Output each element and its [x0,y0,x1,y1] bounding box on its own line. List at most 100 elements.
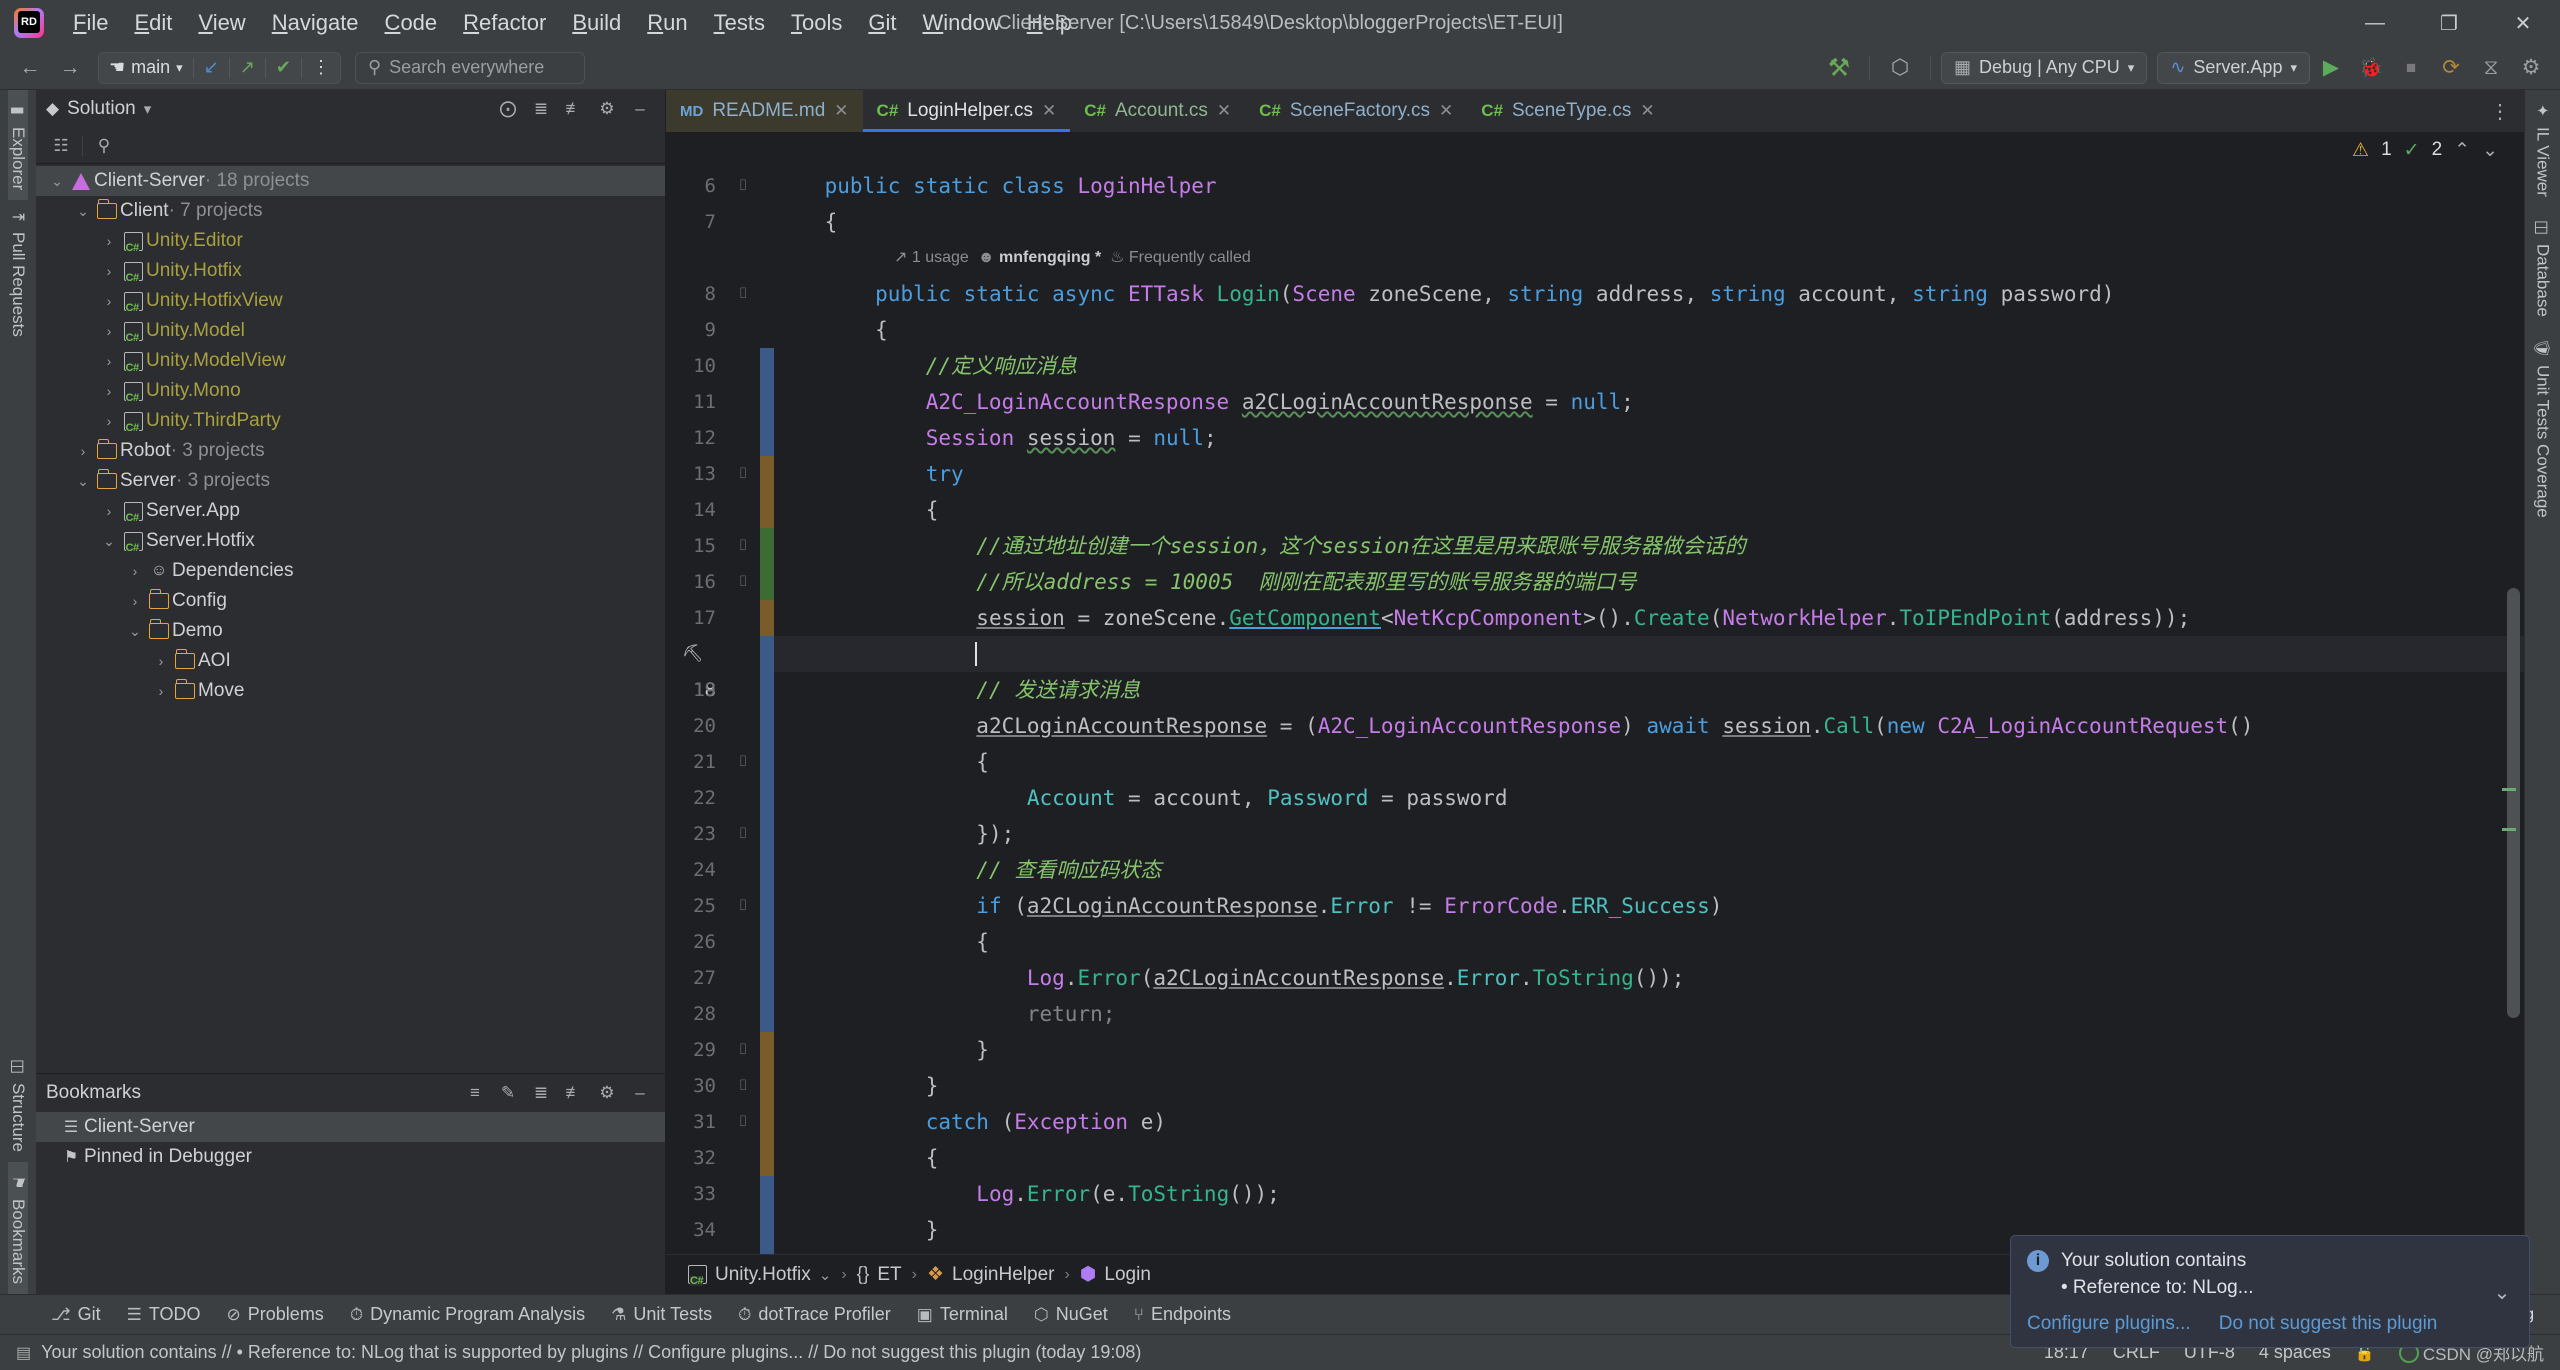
tool-window-unit-tests[interactable]: ⚗ Unit Tests [600,1300,723,1329]
fold-marker[interactable]: ⌷ [726,528,760,564]
build-configuration-selector[interactable]: ▦ Debug | Any CPU ▾ [1941,51,2148,84]
close-icon[interactable]: ✕ [1217,101,1231,121]
stripe-tab-bookmarks[interactable]: ⚑ Bookmarks [8,1161,28,1294]
expand-chevron-icon[interactable]: › [124,593,146,609]
code-line[interactable]: { [774,1140,2524,1176]
code-line[interactable] [774,636,2524,672]
fold-marker[interactable]: ⌷ [726,1068,760,1104]
locate-in-solution-icon[interactable]: ⨀ [493,95,523,123]
collapse-all-icon[interactable]: ≢ [559,95,589,123]
run-configuration-selector[interactable]: ∿ Server.App ▾ [2157,51,2310,84]
stripe-tab-pull-requests[interactable]: ⇤ Pull Requests [8,200,28,346]
code-editor[interactable]: 6 7 8 9 10 11 12 13 14 15 16 17 ⛏ 18 19 20 21 22 23 24 25 26 2… [666,168,2524,1254]
code-text[interactable]: public static class LoginHelper {↗ 1 usa… [774,168,2524,1254]
tool-window-git[interactable]: ⎇ Git [40,1300,112,1329]
tree-node-server[interactable]: ⌄ Server · 3 projects [36,466,665,496]
fold-marker[interactable]: ⌷ [726,888,760,924]
gear-icon[interactable]: ⚙ [592,95,622,123]
debug-button[interactable]: 🐞 [2352,51,2390,85]
coverage-button[interactable]: ⟳ [2432,51,2470,85]
expand-chevron-icon[interactable]: ⌄ [72,203,94,220]
fold-marker[interactable]: ⌷ [726,744,760,780]
close-icon[interactable]: ✕ [1439,101,1453,121]
bookmark-item[interactable]: ☰ Client-Server [36,1112,665,1142]
tree-node-unity-hotfixview[interactable]: › Unity.HotfixView [36,286,665,316]
solution-tree[interactable]: ⌄ Client-Server · 18 projects ⌄ Client · 7 … [36,164,665,1073]
codelens-author[interactable]: mnfengqing * [999,249,1101,266]
code-lens[interactable]: ↗ 1 usage ☻ mnfengqing * ♨ Frequently ca… [774,240,2524,276]
code-line[interactable]: A2C_LoginAccountResponse a2CLoginAccount… [774,384,2524,420]
tree-node-unity-model[interactable]: › Unity.Model [36,316,665,346]
editor-tabs-more-icon[interactable]: ⋮ [2476,90,2524,132]
menu-run[interactable]: Run [634,6,700,40]
fold-marker[interactable] [726,780,760,816]
menu-code[interactable]: Code [372,6,451,40]
menu-git[interactable]: Git [855,6,909,40]
editor-tab-account-cs[interactable]: C# Account.cs ✕ [1070,90,1245,132]
fold-marker[interactable]: ⌷ [726,168,760,204]
chevron-down-icon[interactable]: ⌄ [2491,1280,2513,1305]
minimize-button[interactable]: — [2338,0,2412,46]
menu-view[interactable]: View [185,6,258,40]
bookmark-item[interactable]: ⚑ Pinned in Debugger [36,1142,665,1172]
stripe-tab-explorer[interactable]: ▮ Explorer [8,90,28,201]
editor-scrollbar-thumb[interactable] [2507,588,2520,1018]
code-line[interactable]: Log.Error(e.ToString()); [774,1176,2524,1212]
run-button[interactable]: ▶ [2312,51,2350,85]
tree-node-aoi[interactable]: › AOI [36,646,665,676]
breadcrumb-item-et[interactable]: {} ET [857,1264,902,1286]
code-line[interactable]: if (a2CLoginAccountResponse.Error != Err… [774,888,2524,924]
status-message[interactable]: Your solution contains // • Reference to… [41,1342,1141,1363]
tree-node-unity-mono[interactable]: › Unity.Mono [36,376,665,406]
tree-node-move[interactable]: › Move [36,676,665,706]
expand-chevron-icon[interactable]: › [98,263,120,279]
fold-marker[interactable] [726,672,760,708]
menu-navigate[interactable]: Navigate [259,6,372,40]
fold-marker[interactable] [726,1176,760,1212]
expand-chevron-icon[interactable]: › [98,323,120,339]
fold-marker[interactable] [726,960,760,996]
expand-chevron-icon[interactable]: › [150,653,172,669]
tree-node-dependencies[interactable]: › ☺ Dependencies [36,556,665,586]
navigate-forward-icon[interactable]: → [50,51,90,85]
fold-marker[interactable] [726,636,760,672]
code-line[interactable]: //定义响应消息 [774,348,2524,384]
code-line[interactable]: return; [774,996,2524,1032]
tree-node-client-server[interactable]: ⌄ Client-Server · 18 projects [36,166,665,196]
notification-popup[interactable]: i Your solution contains • Reference to:… [2010,1235,2530,1348]
add-bookmark-list-icon[interactable]: ≡ [460,1079,490,1107]
bookmarks-list[interactable]: ☰ Client-Server ⚑ Pinned in Debugger [36,1112,665,1294]
commit-button[interactable]: ✔ [266,53,301,83]
code-line[interactable]: { [774,312,2524,348]
tree-node-demo[interactable]: ⌄ Demo [36,616,665,646]
tool-window-endpoints[interactable]: ⑂ Endpoints [1123,1300,1242,1329]
navigate-back-icon[interactable]: ← [10,51,50,85]
search-everywhere[interactable]: ⚲ Search everywhere [354,51,585,84]
fold-marker[interactable] [726,384,760,420]
expand-chevron-icon[interactable]: ⌄ [124,623,146,640]
code-line[interactable]: // 发送请求消息 [774,672,2524,708]
code-line[interactable]: //通过地址创建一个session，这个session在这里是用来跟账号服务器做… [774,528,2524,564]
hide-panel-icon[interactable]: – [625,1079,655,1107]
stripe-tab-unit-tests-coverage[interactable]: 🛡 Unit Tests Coverage [2532,327,2552,528]
tree-node-client[interactable]: ⌄ Client · 7 projects [36,196,665,226]
fold-marker[interactable] [726,420,760,456]
breadcrumb-item-login[interactable]: ⬢ Login [1080,1263,1151,1286]
code-line[interactable]: } [774,1032,2524,1068]
profile-button[interactable]: ⧖ [2472,51,2510,85]
fold-gutter[interactable]: ⌷⌷⌷⌷⌷⌷⌷⌷⌷⌷⌷⌷ [726,168,760,1254]
stop-button[interactable]: ■ [2392,51,2430,85]
fold-marker[interactable] [726,240,760,276]
fold-marker[interactable]: ⌷ [726,816,760,852]
fold-marker[interactable] [726,996,760,1032]
tree-node-unity-modelview[interactable]: › Unity.ModelView [36,346,665,376]
edit-icon[interactable]: ✎ [493,1079,523,1107]
editor-tab-readme-md[interactable]: MD README.md ✕ [666,90,863,132]
fold-marker[interactable] [726,852,760,888]
codelens-hotspot[interactable]: Frequently called [1129,249,1251,266]
expand-chevron-icon[interactable]: › [124,563,146,579]
fold-marker[interactable]: ⌷ [726,1104,760,1140]
fold-marker[interactable]: ⌷ [726,456,760,492]
menu-build[interactable]: Build [559,6,634,40]
tool-window-dottrace-profiler[interactable]: ⏱ dotTrace Profiler [727,1300,902,1329]
